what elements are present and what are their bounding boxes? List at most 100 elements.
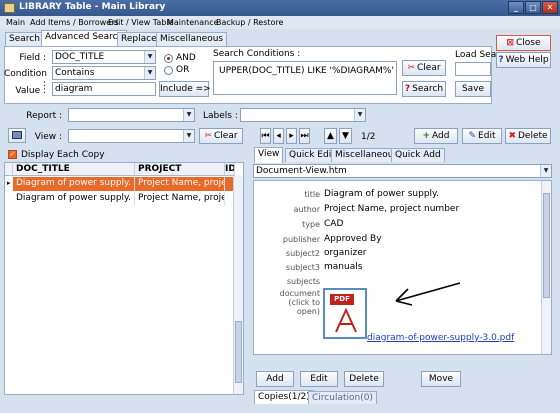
field-select[interactable]: DOC_TITLE ▼	[52, 50, 156, 64]
add-icon: +	[422, 131, 431, 141]
cell-doc-title[interactable]: Diagram of power supply.	[13, 177, 135, 191]
load-search-input[interactable]	[455, 62, 491, 76]
minimize-button[interactable]: _	[508, 1, 524, 14]
tab-advanced-search[interactable]: Advanced Search	[41, 30, 128, 46]
cell-doc-title[interactable]: Diagram of power supply.	[13, 192, 135, 206]
last-record-button[interactable]: ⏭	[299, 128, 310, 144]
include-button[interactable]: Include =>	[159, 81, 211, 97]
title-bar: LIBRARY Table - Main Library _ □ ✕	[0, 0, 560, 16]
record-value: CAD	[324, 219, 344, 229]
view-settings-button[interactable]	[8, 128, 26, 143]
record-key: publisher	[282, 235, 320, 244]
clear-conditions-label: Clear	[417, 63, 441, 73]
record-key: type	[302, 220, 320, 229]
grid-row-header	[5, 163, 13, 176]
grid-scroll-thumb[interactable]	[235, 321, 242, 383]
menu-maintenance[interactable]: Maintenance	[167, 18, 219, 27]
chevron-down-icon: ▼	[183, 109, 194, 121]
cell-project[interactable]: Project Name, project	[135, 192, 225, 206]
document-key: (click to	[288, 298, 320, 307]
delete-record-button[interactable]: ✖ Delete	[505, 128, 551, 144]
or-label: OR	[176, 65, 190, 75]
cell-project[interactable]: Project Name, project	[135, 177, 225, 191]
and-radio[interactable]	[164, 54, 173, 63]
column-id[interactable]: ID	[225, 163, 235, 176]
document-key: document	[279, 289, 320, 298]
pdf-file-link[interactable]: diagram-of-power-supply-3.0.pdf	[367, 333, 514, 343]
load-search-label: Load Sea	[455, 50, 497, 60]
view-scroll-thumb[interactable]	[543, 193, 550, 298]
tab-quick-add[interactable]: Quick Add	[391, 148, 445, 162]
chevron-down-icon: ▼	[144, 67, 155, 79]
close-button-label: Close	[516, 38, 541, 48]
record-counter: 1/2	[361, 132, 376, 142]
menu-main[interactable]: Main	[6, 18, 25, 27]
view-template-select[interactable]: Document-View.htm ▼	[253, 164, 552, 178]
view-label: View :	[34, 132, 62, 142]
record-key: title	[304, 190, 320, 199]
tab-view[interactable]: View	[254, 147, 284, 163]
copies-delete-button[interactable]: Delete	[344, 371, 384, 387]
window-close-button[interactable]: ✕	[542, 1, 558, 14]
first-record-button[interactable]: ⏮	[260, 128, 271, 144]
maximize-button[interactable]: □	[525, 1, 541, 14]
sort-up-button[interactable]: ▲	[324, 128, 337, 144]
tab-miscellaneous[interactable]: Miscellaneous	[156, 32, 228, 46]
column-project[interactable]: PROJECT	[135, 163, 225, 176]
chevron-down-icon: ▼	[540, 165, 551, 177]
view-vertical-scrollbar[interactable]	[541, 181, 551, 354]
copies-move-button[interactable]: Move	[421, 371, 461, 387]
and-label: AND	[176, 53, 196, 63]
edit-record-button[interactable]: ✎ Edit	[462, 128, 502, 144]
search-icon: ?	[404, 84, 411, 94]
view-clear-label: Clear	[214, 131, 238, 141]
value-label: Value :	[15, 86, 46, 96]
column-doc-title[interactable]: DOC_TITLE	[13, 163, 135, 176]
clear-icon: ✂	[407, 63, 415, 73]
help-icon: ?	[498, 55, 504, 65]
add-record-button[interactable]: + Add	[414, 128, 458, 144]
save-search-button[interactable]: Save	[455, 81, 491, 97]
menu-edit-view[interactable]: Edit / View Table	[108, 18, 174, 27]
tab-replace[interactable]: Replace	[117, 32, 161, 46]
web-help-button[interactable]: ? Web Help	[496, 52, 551, 68]
window-title: LIBRARY Table - Main Library	[19, 2, 166, 12]
record-key: subject2	[285, 249, 320, 258]
web-help-label: Web Help	[505, 55, 549, 65]
add-record-label: Add	[432, 131, 450, 141]
grid-vertical-scrollbar[interactable]	[233, 176, 243, 394]
record-value: Project Name, project number	[324, 204, 460, 214]
next-record-button[interactable]: ▸	[286, 128, 297, 144]
value-input[interactable]: diagram	[52, 82, 156, 96]
edit-icon: ✎	[468, 131, 477, 141]
prev-record-button[interactable]: ◂	[273, 128, 284, 144]
arrow-icon	[395, 282, 461, 306]
pdf-badge: PDF	[330, 294, 354, 305]
search-conditions-label: Search Conditions :	[213, 49, 301, 59]
view-template-value: Document-View.htm	[256, 166, 347, 176]
view-select[interactable]: ▼	[68, 129, 195, 143]
tab-copies[interactable]: Copies(1/2)	[254, 390, 314, 404]
display-each-copy-checkbox[interactable]: ✓	[8, 150, 17, 159]
tab-search[interactable]: Search	[5, 32, 44, 46]
labels-select[interactable]: ▼	[240, 108, 366, 122]
report-select[interactable]: ▼	[68, 108, 195, 122]
copies-add-button[interactable]: Add	[256, 371, 294, 387]
copies-edit-button[interactable]: Edit	[300, 371, 338, 387]
view-clear-button[interactable]: ✂ Clear	[199, 128, 243, 144]
labels-label: Labels :	[203, 111, 238, 121]
tab-circulation[interactable]: Circulation(0)	[308, 391, 377, 404]
close-button[interactable]: ⊠ Close	[496, 35, 551, 51]
menu-add-items[interactable]: Add Items / Borrowers	[30, 18, 119, 27]
clear-conditions-button[interactable]: ✂ Clear	[402, 60, 446, 76]
condition-select[interactable]: Contains ▼	[52, 66, 156, 80]
search-tabs: Search Advanced Search Replace Miscellan…	[0, 30, 230, 46]
close-icon: ⊠	[506, 38, 514, 48]
pdf-icon[interactable]: PDF	[323, 288, 367, 339]
search-button[interactable]: ? Search	[402, 81, 446, 97]
search-conditions-box[interactable]: UPPER(DOC_TITLE) LIKE '%DIAGRAM%'	[213, 61, 397, 95]
or-radio[interactable]	[164, 66, 173, 75]
menu-backup[interactable]: Backup / Restore	[216, 18, 283, 27]
sort-down-button[interactable]: ▼	[339, 128, 352, 144]
chevron-down-icon: ▼	[354, 109, 365, 121]
